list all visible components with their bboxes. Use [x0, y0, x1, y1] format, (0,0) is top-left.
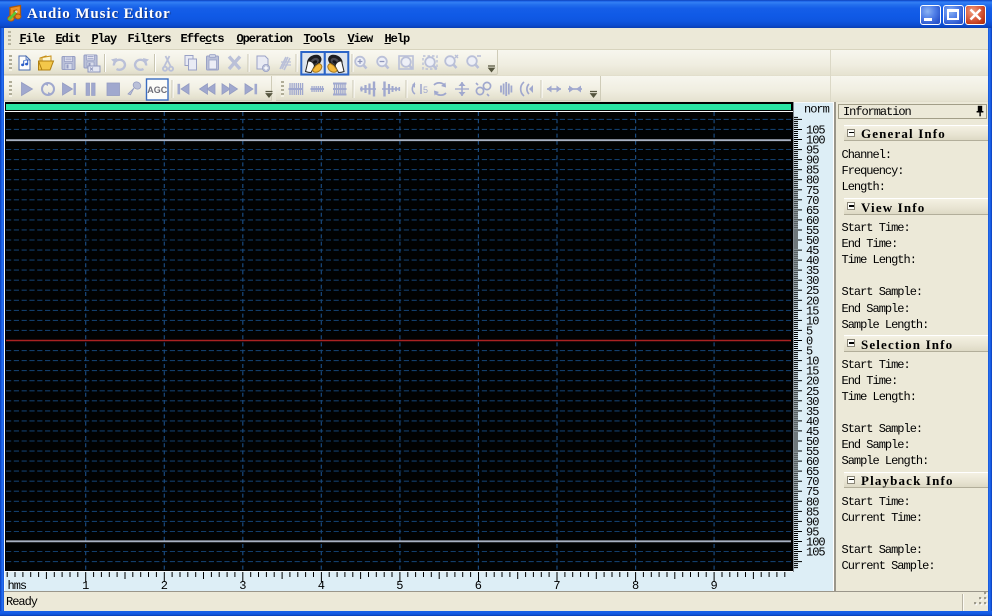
svg-text:2: 2: [160, 579, 167, 591]
svg-text:7: 7: [553, 579, 560, 591]
svg-text:4: 4: [317, 579, 324, 591]
svg-text:hms: hms: [7, 579, 26, 591]
svg-text:105: 105: [806, 124, 825, 138]
svg-text:6: 6: [474, 579, 481, 591]
svg-text:5: 5: [423, 85, 428, 95]
svg-text:1: 1: [82, 579, 89, 591]
svg-text:5: 5: [396, 579, 403, 591]
svg-text:9: 9: [710, 579, 717, 591]
svg-text:3: 3: [239, 579, 246, 591]
svg-text:AGC: AGC: [147, 85, 168, 95]
svg-text:norm: norm: [804, 103, 830, 117]
svg-text:8: 8: [631, 579, 638, 591]
